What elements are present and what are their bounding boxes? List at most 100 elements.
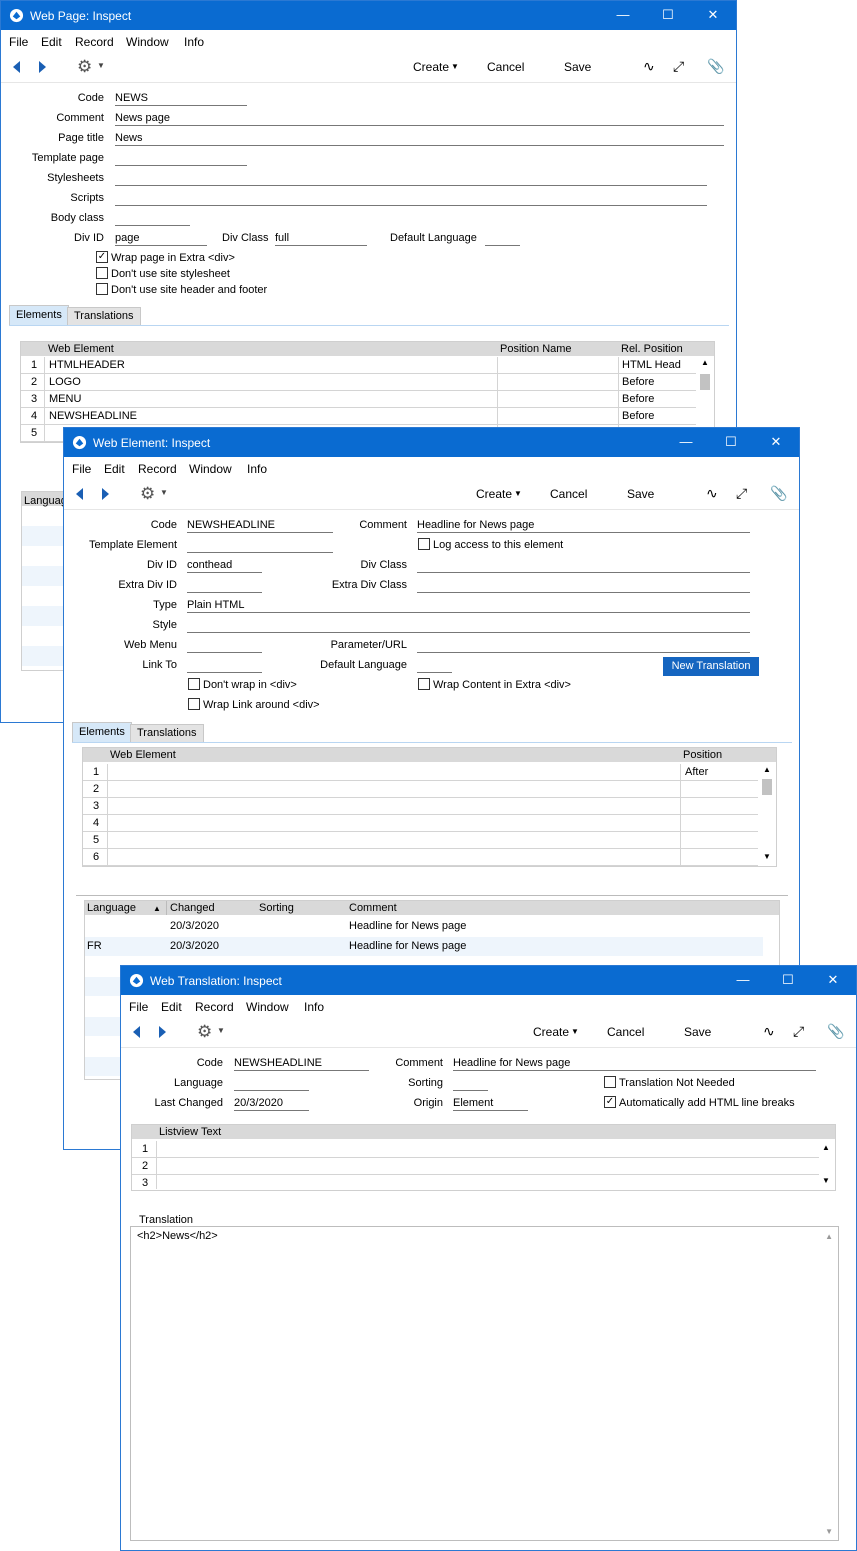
next-record-icon[interactable] <box>102 488 109 500</box>
last-changed-field[interactable]: 20/3/2020 <box>234 1097 309 1111</box>
expand-icon[interactable]: ⤢ <box>673 58 684 75</box>
table-row[interactable]: 3 MENU Before <box>21 391 696 408</box>
scroll-up-icon[interactable]: ▲ <box>825 1232 833 1241</box>
no-header-footer-checkbox[interactable] <box>96 283 108 295</box>
next-record-icon[interactable] <box>159 1026 166 1038</box>
attachment-icon[interactable]: 📎 <box>707 58 724 75</box>
menu-file[interactable]: File <box>129 1000 148 1014</box>
maximize-icon[interactable]: ☐ <box>773 969 803 991</box>
activity-icon[interactable]: ∿ <box>763 1023 775 1040</box>
wrap-content-checkbox[interactable] <box>418 678 430 690</box>
cancel-button[interactable]: Cancel <box>550 487 587 501</box>
menu-info[interactable]: Info <box>184 35 204 49</box>
template-page-field[interactable] <box>115 152 247 166</box>
table-row[interactable]: FR 20/3/2020 Headline for News page <box>85 937 763 956</box>
table-row[interactable]: 1 HTMLHEADER HTML Head <box>21 357 696 374</box>
scrollbar[interactable]: ▲ ▼ <box>760 764 774 865</box>
parameter-url-field[interactable] <box>417 639 750 653</box>
maximize-icon[interactable]: ☐ <box>716 431 746 453</box>
sorting-field[interactable] <box>453 1077 488 1091</box>
attachment-icon[interactable]: 📎 <box>770 485 787 502</box>
gear-icon[interactable]: ⚙ <box>197 1022 212 1042</box>
default-language-field[interactable] <box>417 659 452 673</box>
table-row[interactable]: 1 After <box>83 764 758 781</box>
activity-icon[interactable]: ∿ <box>706 485 718 502</box>
comment-field[interactable]: Headline for News page <box>453 1057 816 1071</box>
gear-icon[interactable]: ⚙ <box>77 57 92 77</box>
code-field[interactable]: NEWSHEADLINE <box>187 519 333 533</box>
create-button[interactable]: Create <box>413 60 449 74</box>
scroll-thumb[interactable] <box>700 374 710 390</box>
div-class-field[interactable] <box>417 559 750 573</box>
create-dropdown-icon[interactable]: ▼ <box>571 1027 579 1036</box>
extra-div-id-field[interactable] <box>187 579 262 593</box>
save-button[interactable]: Save <box>684 1025 711 1039</box>
table-row[interactable]: 3 <box>132 1175 819 1191</box>
table-row[interactable]: 2 LOGO Before <box>21 374 696 391</box>
page-title-field[interactable]: News <box>115 132 724 146</box>
language-field[interactable] <box>234 1077 309 1091</box>
cancel-button[interactable]: Cancel <box>607 1025 644 1039</box>
activity-icon[interactable]: ∿ <box>643 58 655 75</box>
origin-field[interactable]: Element <box>453 1097 528 1111</box>
gear-dropdown-icon[interactable]: ▼ <box>160 488 168 497</box>
default-language-field[interactable] <box>485 232 520 246</box>
gear-icon[interactable]: ⚙ <box>140 484 155 504</box>
no-stylesheet-checkbox[interactable] <box>96 267 108 279</box>
wrap-link-checkbox[interactable] <box>188 698 200 710</box>
gear-dropdown-icon[interactable]: ▼ <box>217 1026 225 1035</box>
tab-elements[interactable]: Elements <box>72 722 132 742</box>
minimize-icon[interactable]: — <box>728 969 758 991</box>
table-row[interactable]: 4 NEWSHEADLINE Before <box>21 408 696 425</box>
menu-edit[interactable]: Edit <box>104 462 125 476</box>
comment-field[interactable]: Headline for News page <box>417 519 750 533</box>
menu-record[interactable]: Record <box>138 462 177 476</box>
menu-window[interactable]: Window <box>126 35 169 49</box>
menu-record[interactable]: Record <box>75 35 114 49</box>
prev-record-icon[interactable] <box>13 61 20 73</box>
log-access-checkbox[interactable] <box>418 538 430 550</box>
div-id-field[interactable]: page <box>115 232 207 246</box>
body-class-field[interactable] <box>115 212 190 226</box>
menu-edit[interactable]: Edit <box>41 35 62 49</box>
table-row[interactable]: 3 <box>83 798 758 815</box>
extra-div-class-field[interactable] <box>417 579 750 593</box>
create-button[interactable]: Create <box>533 1025 569 1039</box>
create-dropdown-icon[interactable]: ▼ <box>514 489 522 498</box>
minimize-icon[interactable]: — <box>608 4 638 26</box>
scroll-down-icon[interactable]: ▼ <box>822 1176 830 1185</box>
web-menu-field[interactable] <box>187 639 262 653</box>
tab-translations[interactable]: Translations <box>67 307 141 325</box>
tab-translations[interactable]: Translations <box>130 724 204 742</box>
code-field[interactable]: NEWS <box>115 92 247 106</box>
scrollbar[interactable]: ▲ ▼ <box>819 1141 833 1189</box>
dont-wrap-checkbox[interactable] <box>188 678 200 690</box>
prev-record-icon[interactable] <box>76 488 83 500</box>
scroll-up-icon[interactable]: ▲ <box>763 765 771 774</box>
minimize-icon[interactable]: — <box>671 431 701 453</box>
scroll-down-icon[interactable]: ▼ <box>825 1527 833 1536</box>
table-row[interactable]: 6 <box>83 849 758 866</box>
style-field[interactable] <box>187 619 750 633</box>
scroll-up-icon[interactable]: ▲ <box>701 358 709 367</box>
table-row[interactable]: 2 <box>132 1158 819 1175</box>
translation-textarea[interactable]: <h2>News</h2> ▲ ▼ <box>130 1226 839 1541</box>
save-button[interactable]: Save <box>627 487 654 501</box>
sort-asc-icon[interactable]: ▲ <box>153 904 161 913</box>
auto-line-breaks-checkbox[interactable]: ✓ <box>604 1096 616 1108</box>
create-dropdown-icon[interactable]: ▼ <box>451 62 459 71</box>
maximize-icon[interactable]: ☐ <box>653 4 683 26</box>
tab-elements[interactable]: Elements <box>9 305 69 325</box>
expand-icon[interactable]: ⤢ <box>736 485 747 502</box>
div-id-field[interactable]: conthead <box>187 559 262 573</box>
link-to-field[interactable] <box>187 659 262 673</box>
close-icon[interactable]: ✕ <box>698 4 728 26</box>
new-translation-button[interactable]: New Translation <box>663 657 759 676</box>
menu-file[interactable]: File <box>72 462 91 476</box>
div-class-field[interactable]: full <box>275 232 367 246</box>
table-row[interactable]: 2 <box>83 781 758 798</box>
code-field[interactable]: NEWSHEADLINE <box>234 1057 369 1071</box>
scroll-down-icon[interactable]: ▼ <box>763 852 771 861</box>
menu-file[interactable]: File <box>9 35 28 49</box>
prev-record-icon[interactable] <box>133 1026 140 1038</box>
